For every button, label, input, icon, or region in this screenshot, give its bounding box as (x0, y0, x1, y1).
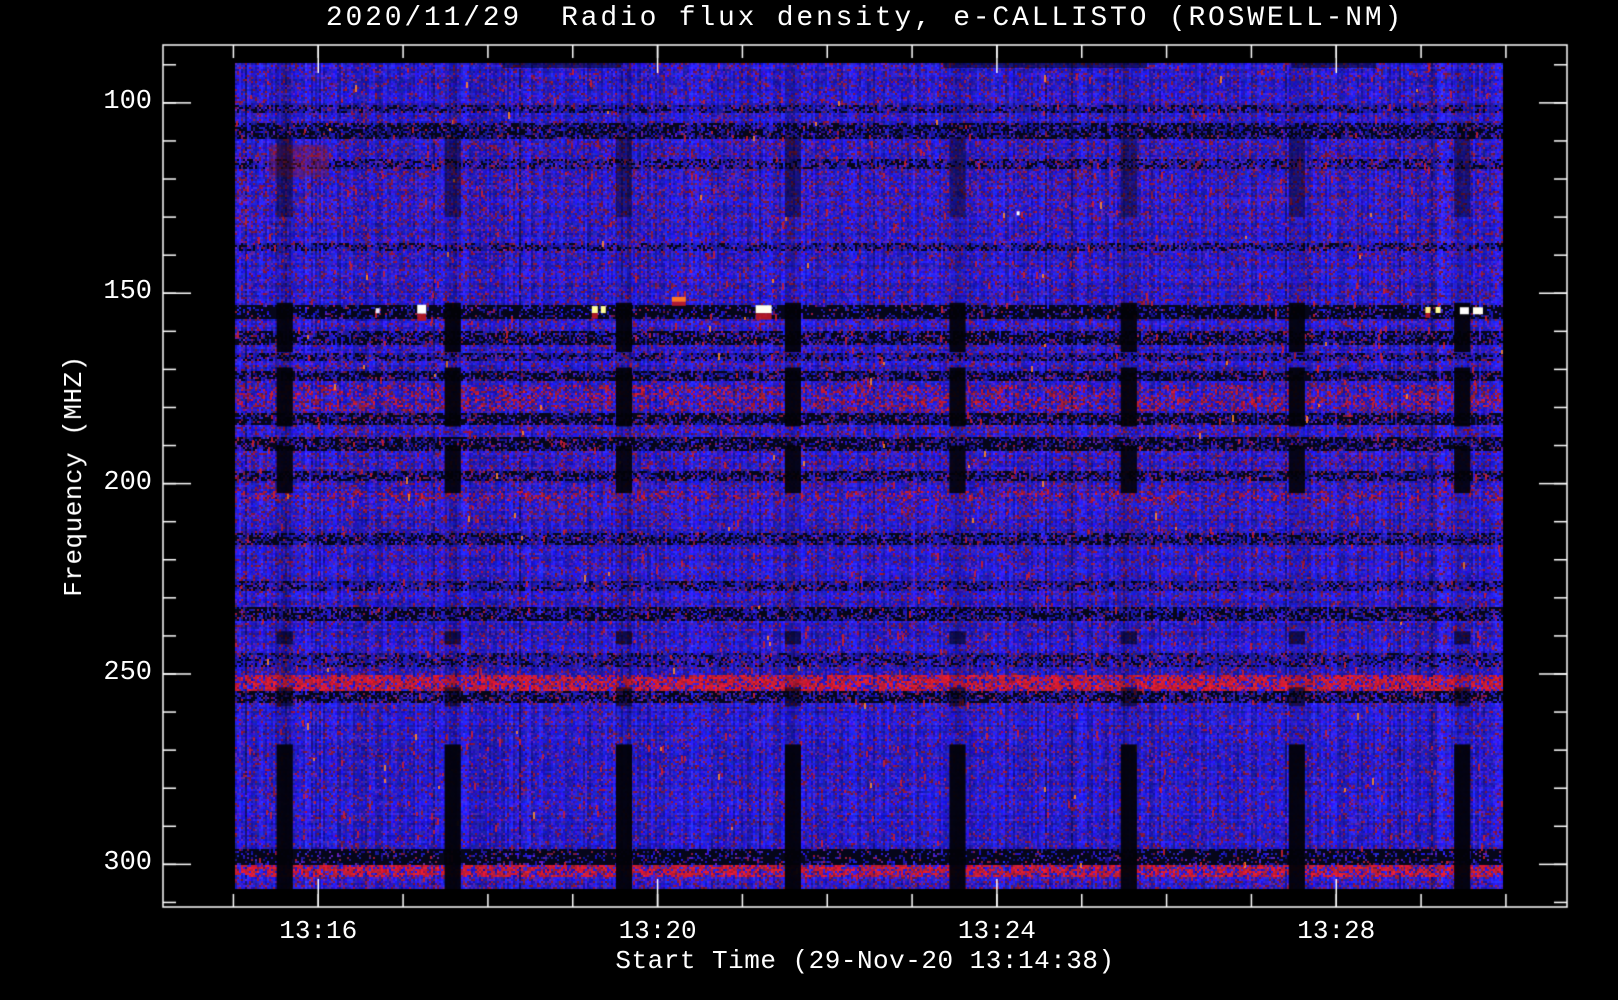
x-tick-label: 13:24 (957, 916, 1036, 946)
y-tick-label: 100 (103, 86, 152, 117)
spectrogram-page: 2020/11/29 Radio flux density, e-CALLIST… (0, 0, 1618, 1000)
y-tick-label: 300 (103, 848, 152, 879)
y-tick-label: 200 (103, 467, 152, 498)
spectrogram-canvas (0, 0, 1618, 1000)
y-tick-label: 150 (103, 277, 152, 308)
x-tick-label: 13:16 (279, 916, 358, 946)
y-tick-label: 250 (103, 657, 152, 688)
x-tick-label: 13:20 (618, 916, 697, 946)
x-tick-label: 13:28 (1297, 916, 1376, 946)
x-axis-label: Start Time (29-Nov-20 13:14:38) (615, 946, 1115, 976)
chart-title: 2020/11/29 Radio flux density, e-CALLIST… (325, 3, 1405, 34)
